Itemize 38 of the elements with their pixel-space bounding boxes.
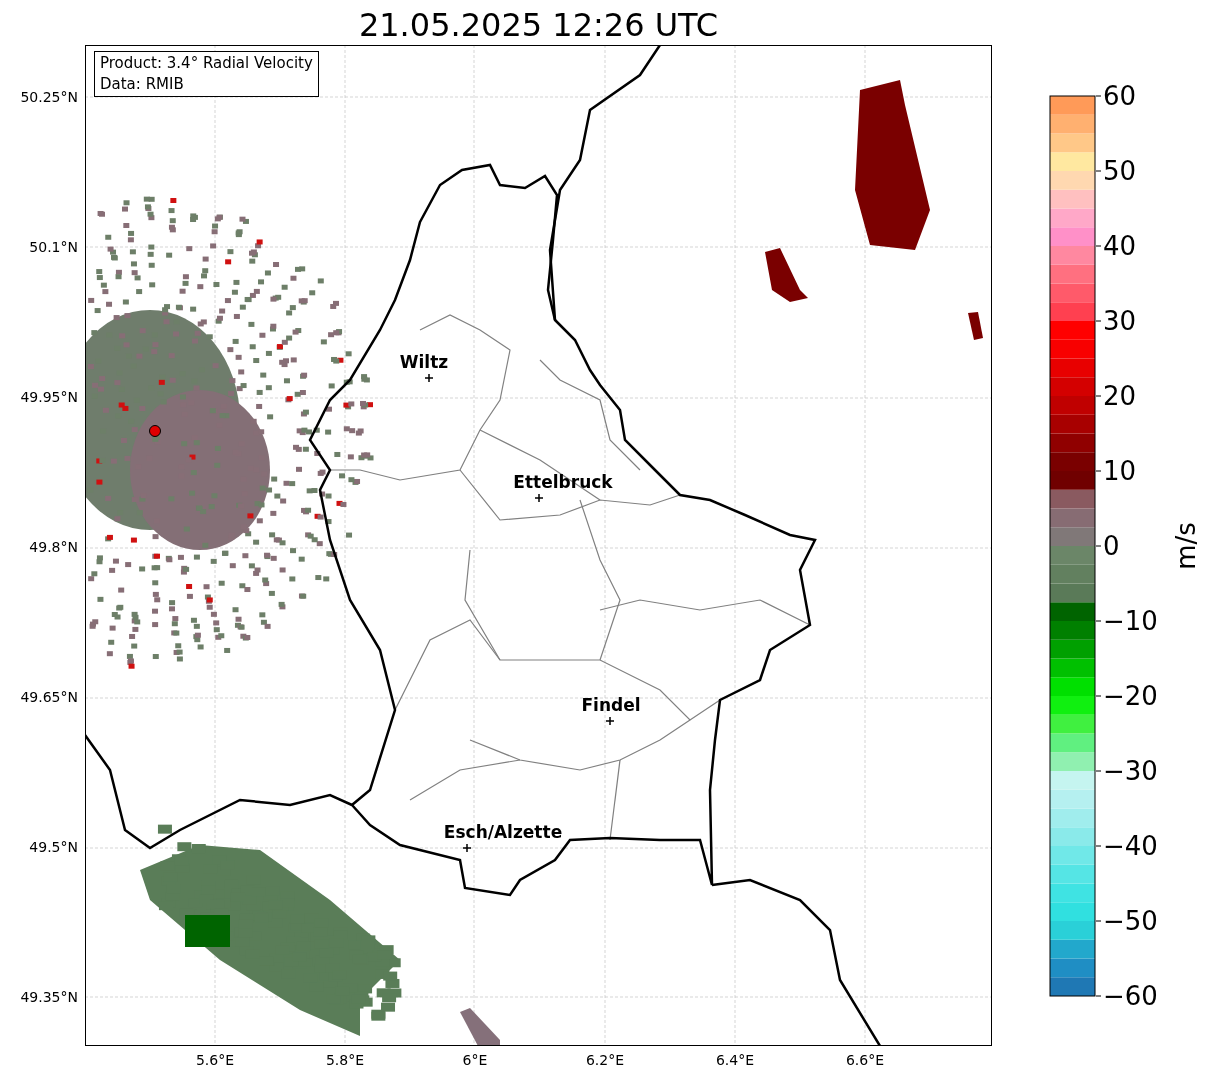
longitude-label: 6°E: [462, 1052, 488, 1068]
longitude-label: 5.8°E: [325, 1052, 365, 1068]
colorbar-tick-label: 0: [1103, 531, 1120, 561]
latitude-label: 50.25°N: [20, 89, 78, 105]
colorbar-tick-label: −40: [1103, 831, 1158, 861]
city-label: Esch/Alzette: [443, 822, 563, 842]
colorbar-tick-label: −50: [1103, 906, 1158, 936]
latitude-label: 50.1°N: [29, 239, 78, 255]
city-marker-icon: [535, 494, 543, 502]
colorbar-tick-label: 10: [1103, 456, 1137, 486]
colorbar-tick-label: 20: [1103, 381, 1137, 411]
colorbar-unit-label: m/s: [1171, 522, 1201, 570]
latitude-label: 49.65°N: [20, 689, 78, 705]
longitude-label: 6.6°E: [845, 1052, 885, 1068]
colorbar-tick-label: −20: [1103, 681, 1158, 711]
legend-text: Product: 3.4° Radial Velocity: [100, 53, 313, 74]
city-marker-icon: [425, 374, 433, 382]
city-marker-icon: [606, 717, 614, 725]
colorbar-tick-label: 40: [1103, 231, 1137, 261]
colorbar-tick-label: 30: [1103, 306, 1137, 336]
colorbar-tick-label: −10: [1103, 606, 1158, 636]
latitude-label: 49.5°N: [29, 839, 78, 855]
colorbar-tick-label: −30: [1103, 756, 1158, 786]
chart-title: 21.05.2025 12:26 UTC: [358, 5, 719, 45]
city-label: Findel: [581, 695, 641, 715]
longitude-label: 6.2°E: [585, 1052, 625, 1068]
latitude-label: 49.95°N: [20, 389, 78, 405]
city-marker-icon: [463, 844, 471, 852]
colorbar-tick-label: −60: [1103, 981, 1158, 1011]
colorbar-tick-label: 50: [1103, 156, 1137, 186]
city-label: Ettelbruck: [513, 472, 613, 492]
longitude-label: 6.4°E: [715, 1052, 755, 1068]
longitude-label: 5.6°E: [195, 1052, 235, 1068]
latitude-label: 49.8°N: [29, 539, 78, 555]
latitude-label: 49.35°N: [20, 989, 78, 1005]
city-label: Wiltz: [399, 352, 449, 372]
legend-text: Data: RMIB: [100, 74, 185, 95]
colorbar-tick-label: 60: [1103, 81, 1137, 111]
